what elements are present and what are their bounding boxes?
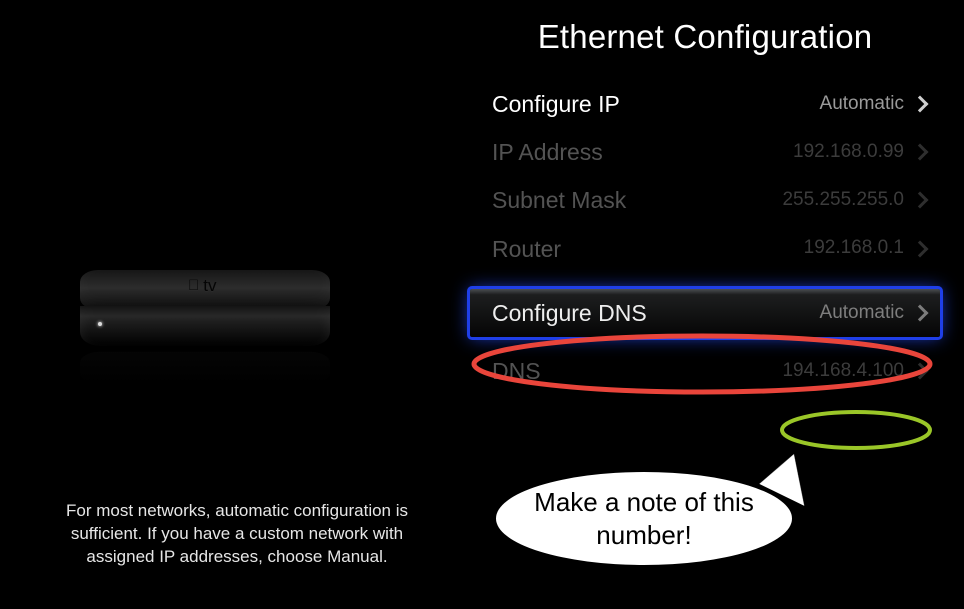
settings-list: Configure IP Automatic IP Address 192.16…: [470, 80, 940, 395]
device-status-led: [98, 322, 102, 326]
chevron-right-icon: [912, 363, 929, 380]
settings-panel: Ethernet Configuration Configure IP Auto…: [470, 0, 940, 395]
row-value-wrap: 192.168.0.99: [793, 139, 926, 166]
device-reflection: [80, 352, 330, 384]
green-oval-annotation: [782, 412, 930, 448]
row-value-wrap: Automatic: [820, 91, 926, 118]
apple-tv-device-illustration:  tv: [80, 270, 330, 390]
row-subnet-mask[interactable]: Subnet Mask 255.255.255.0: [470, 176, 940, 224]
callout-bubble: Make a note of this number!: [494, 470, 794, 567]
chevron-right-icon: [912, 240, 929, 257]
chevron-right-icon: [912, 304, 929, 321]
device-top:  tv: [80, 270, 330, 310]
row-configure-ip[interactable]: Configure IP Automatic: [470, 80, 940, 128]
row-label: Subnet Mask: [492, 184, 626, 216]
row-value: 255.255.255.0: [782, 187, 904, 214]
row-label: Configure IP: [492, 88, 620, 120]
left-panel:  tv For most networks, automatic config…: [0, 0, 460, 609]
row-value-wrap: 255.255.255.0: [782, 187, 926, 214]
apple-logo-icon: : [188, 278, 199, 293]
row-label: IP Address: [492, 136, 603, 168]
callout-text: Make a note of this number!: [534, 487, 754, 550]
device-logo:  tv: [188, 276, 216, 296]
row-ip-address[interactable]: IP Address 192.168.0.99: [470, 128, 940, 176]
row-dns[interactable]: DNS 194.168.4.100: [470, 347, 940, 395]
row-value: 194.168.4.100: [782, 358, 904, 385]
help-text: For most networks, automatic configurati…: [38, 500, 436, 569]
chevron-right-icon: [912, 192, 929, 209]
row-label: DNS: [492, 355, 541, 387]
row-value: 192.168.0.99: [793, 139, 904, 166]
row-value-wrap: 192.168.0.1: [804, 235, 926, 262]
row-value: Automatic: [820, 300, 904, 327]
row-configure-dns[interactable]: Configure DNS Automatic: [470, 289, 940, 337]
row-value-wrap: Automatic: [820, 300, 926, 327]
row-value: Automatic: [820, 91, 904, 118]
row-label: Router: [492, 233, 561, 265]
row-value-wrap: 194.168.4.100: [782, 358, 926, 385]
device-body: [80, 306, 330, 346]
row-router[interactable]: Router 192.168.0.1: [470, 225, 940, 273]
row-label: Configure DNS: [492, 297, 647, 329]
device-logo-text: tv: [203, 276, 216, 296]
page-title: Ethernet Configuration: [470, 18, 940, 56]
row-value: 192.168.0.1: [804, 235, 904, 262]
chevron-right-icon: [912, 96, 929, 113]
chevron-right-icon: [912, 144, 929, 161]
